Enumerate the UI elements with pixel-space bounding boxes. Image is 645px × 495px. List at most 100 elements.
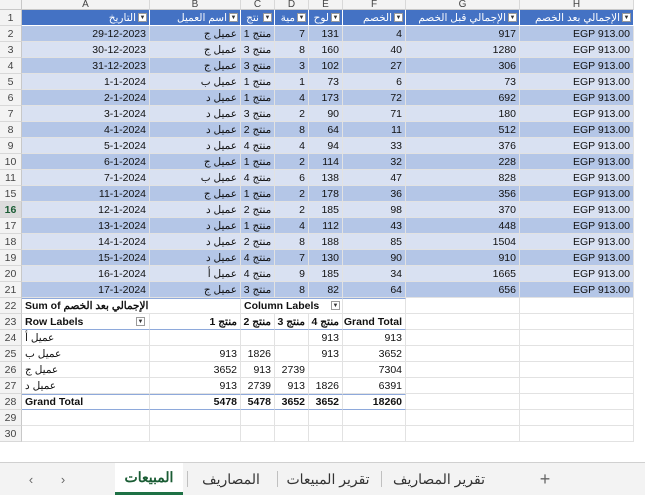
table-cell[interactable]: عميل ب xyxy=(150,74,241,90)
table-cell[interactable]: عميل د xyxy=(150,122,241,138)
pivot-grand-total-cell[interactable]: 18260 xyxy=(343,394,406,410)
table-cell[interactable]: منتج 4 xyxy=(241,170,275,186)
table-cell[interactable]: 1280 xyxy=(406,42,520,58)
select-all-corner[interactable] xyxy=(0,0,22,10)
table-cell[interactable]: 90 xyxy=(309,106,343,122)
pivot-value-cell[interactable]: 3652 xyxy=(150,362,241,378)
row-header[interactable]: 10 xyxy=(0,154,22,170)
pivot-value-cell[interactable] xyxy=(275,346,309,362)
table-cell[interactable]: 73 xyxy=(309,74,343,90)
pivot-column-labels[interactable]: Column Labels xyxy=(241,298,343,314)
table-cell[interactable]: 7 xyxy=(275,26,309,42)
pivot-value-cell[interactable] xyxy=(241,330,275,346)
filter-dropdown-button[interactable]: ▼ xyxy=(229,13,238,22)
table-cell[interactable]: 7-1-2024 xyxy=(22,170,150,186)
table-cell[interactable]: 1665 xyxy=(406,266,520,282)
table-header-cell[interactable]: التاريخ xyxy=(22,10,150,26)
table-cell[interactable]: منتج 4 xyxy=(241,138,275,154)
table-cell[interactable]: 8 xyxy=(275,234,309,250)
table-cell[interactable]: عميل د xyxy=(150,218,241,234)
pivot-grand-total-cell[interactable]: 5478 xyxy=(241,394,275,410)
empty-cell[interactable] xyxy=(406,426,520,442)
filter-dropdown-button[interactable]: ▼ xyxy=(622,13,631,22)
row-header[interactable]: 29 xyxy=(0,410,22,426)
table-cell[interactable]: منتج 4 xyxy=(241,250,275,266)
table-cell[interactable]: 47 xyxy=(343,170,406,186)
table-cell[interactable]: عميل ج xyxy=(150,26,241,42)
pivot-row-labels[interactable]: Row Labels xyxy=(22,314,150,330)
row-header[interactable]: 20 xyxy=(0,266,22,282)
row-header[interactable]: 11 xyxy=(0,170,22,186)
pivot-row-label[interactable]: عميل د xyxy=(22,378,150,394)
pivot-value-field-label[interactable]: Sum of الإجمالي بعد الخصم xyxy=(22,298,241,314)
table-cell[interactable]: 12-1-2024 xyxy=(22,202,150,218)
empty-cell[interactable] xyxy=(520,346,634,362)
table-cell[interactable]: EGP 913.00 xyxy=(520,26,634,42)
empty-cell[interactable] xyxy=(22,410,150,426)
table-cell[interactable]: 356 xyxy=(406,186,520,202)
table-cell[interactable]: 5-1-2024 xyxy=(22,138,150,154)
table-cell[interactable]: عميل ب xyxy=(150,170,241,186)
table-cell[interactable]: عميل ج xyxy=(150,42,241,58)
filter-dropdown-button[interactable]: ▼ xyxy=(331,13,340,22)
table-cell[interactable]: 4 xyxy=(275,138,309,154)
table-header-cell[interactable]: الإجمالي قبل الخصم xyxy=(406,10,520,26)
table-cell[interactable]: 178 xyxy=(309,186,343,202)
table-cell[interactable]: عميل د xyxy=(150,202,241,218)
table-cell[interactable]: 656 xyxy=(406,282,520,298)
table-cell[interactable]: EGP 913.00 xyxy=(520,42,634,58)
empty-cell[interactable] xyxy=(22,426,150,442)
table-cell[interactable]: 40 xyxy=(343,42,406,58)
table-cell[interactable]: 36 xyxy=(343,186,406,202)
empty-cell[interactable] xyxy=(406,394,520,410)
table-cell[interactable]: منتج 3 xyxy=(241,106,275,122)
table-header-cell[interactable]: اسم العميل xyxy=(150,10,241,26)
table-cell[interactable]: 370 xyxy=(406,202,520,218)
table-cell[interactable]: منتج 4 xyxy=(241,266,275,282)
table-cell[interactable]: عميل د xyxy=(150,90,241,106)
empty-cell[interactable] xyxy=(406,298,520,314)
table-cell[interactable]: عميل د xyxy=(150,106,241,122)
table-cell[interactable]: 33 xyxy=(343,138,406,154)
table-cell[interactable]: 4-1-2024 xyxy=(22,122,150,138)
table-cell[interactable]: 7 xyxy=(275,250,309,266)
column-labels-filter-button[interactable]: ▼ xyxy=(331,301,340,310)
table-cell[interactable]: 306 xyxy=(406,58,520,74)
empty-cell[interactable] xyxy=(309,426,343,442)
pivot-value-cell[interactable]: 1826 xyxy=(309,378,343,394)
table-cell[interactable]: 376 xyxy=(406,138,520,154)
empty-cell[interactable] xyxy=(406,330,520,346)
filter-dropdown-button[interactable]: ▼ xyxy=(394,13,403,22)
table-cell[interactable]: منتج 2 xyxy=(241,202,275,218)
table-cell[interactable]: 71 xyxy=(343,106,406,122)
pivot-row-label[interactable]: عميل ج xyxy=(22,362,150,378)
table-cell[interactable]: 188 xyxy=(309,234,343,250)
row-header[interactable]: 1 xyxy=(0,10,22,26)
table-cell[interactable]: 131 xyxy=(309,26,343,42)
table-cell[interactable]: 31-12-2023 xyxy=(22,58,150,74)
table-cell[interactable]: 34 xyxy=(343,266,406,282)
table-cell[interactable]: EGP 913.00 xyxy=(520,170,634,186)
row-header[interactable]: 21 xyxy=(0,282,22,298)
table-cell[interactable]: 82 xyxy=(309,282,343,298)
table-cell[interactable]: EGP 913.00 xyxy=(520,282,634,298)
table-cell[interactable]: EGP 913.00 xyxy=(520,122,634,138)
table-cell[interactable]: عميل د xyxy=(150,250,241,266)
column-header-f[interactable]: F xyxy=(343,0,406,10)
pivot-value-cell[interactable]: 2739 xyxy=(275,362,309,378)
table-cell[interactable]: EGP 913.00 xyxy=(520,58,634,74)
table-cell[interactable]: 3 xyxy=(275,58,309,74)
table-cell[interactable]: 13-1-2024 xyxy=(22,218,150,234)
column-header-a[interactable]: A xyxy=(22,0,150,10)
table-cell[interactable]: 4 xyxy=(343,26,406,42)
empty-cell[interactable] xyxy=(520,394,634,410)
row-header[interactable]: 7 xyxy=(0,106,22,122)
row-header[interactable]: 19 xyxy=(0,250,22,266)
table-cell[interactable]: 6-1-2024 xyxy=(22,154,150,170)
empty-cell[interactable] xyxy=(406,410,520,426)
table-cell[interactable]: 1 xyxy=(275,74,309,90)
filter-dropdown-button[interactable]: ▼ xyxy=(297,13,306,22)
pivot-column-head[interactable]: منتج 3 xyxy=(275,314,309,330)
row-header[interactable]: 18 xyxy=(0,234,22,250)
table-cell[interactable]: 114 xyxy=(309,154,343,170)
